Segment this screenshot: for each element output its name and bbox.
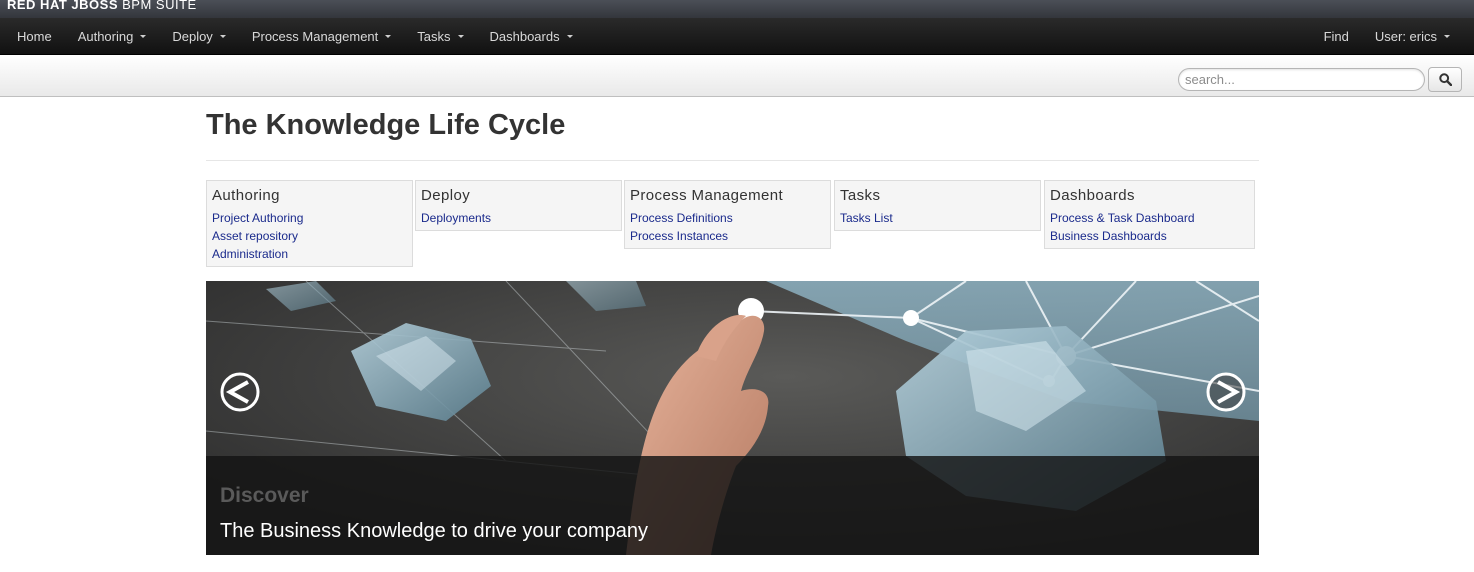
box-deploy: Deploy Deployments (415, 180, 622, 231)
nav-menu: Home Authoring Deploy Process Management… (0, 18, 586, 54)
main-content: The Knowledge Life Cycle Authoring Proje… (206, 97, 1259, 555)
caret-down-icon (140, 34, 147, 38)
search-button[interactable] (1428, 67, 1462, 92)
box-title: Deploy (421, 187, 471, 204)
chevron-left-icon (220, 372, 260, 412)
brand-name: RED HAT JBOSS (7, 0, 118, 12)
nav-authoring[interactable]: Authoring (65, 18, 160, 54)
link-deployments[interactable]: Deployments (421, 209, 616, 227)
carousel-next-button[interactable] (1206, 372, 1246, 412)
link-tasks-list[interactable]: Tasks List (840, 209, 1035, 227)
link-business-dashboards[interactable]: Business Dashboards (1050, 227, 1249, 245)
nav-home[interactable]: Home (0, 18, 65, 54)
brand-bar: RED HAT JBOSS BPM SUITE (0, 0, 1474, 18)
carousel-caption: Discover The Business Knowledge to drive… (206, 456, 1259, 555)
carousel: Discover The Business Knowledge to drive… (206, 281, 1259, 555)
nav-process-management[interactable]: Process Management (239, 18, 404, 54)
perspective-boxes: Authoring Project Authoring Asset reposi… (206, 161, 1259, 267)
caret-down-icon (385, 34, 392, 38)
box-title: Process Management (630, 187, 784, 204)
carousel-prev-button[interactable] (220, 372, 260, 412)
nav-home-label: Home (17, 28, 52, 44)
link-administration[interactable]: Administration (212, 245, 407, 263)
nav-tasks-label: Tasks (417, 28, 451, 44)
link-process-task-dashboard[interactable]: Process & Task Dashboard (1050, 209, 1249, 227)
link-asset-repository[interactable]: Asset repository (212, 227, 407, 245)
nav-authoring-label: Authoring (77, 28, 134, 44)
nav-find[interactable]: Find (1311, 18, 1362, 54)
chevron-right-icon (1206, 372, 1246, 412)
nav-deploy[interactable]: Deploy (159, 18, 238, 54)
nav-user-menu[interactable]: User: erics (1362, 18, 1474, 54)
caret-down-icon (457, 34, 464, 38)
box-authoring: Authoring Project Authoring Asset reposi… (206, 180, 413, 267)
nav-find-label: Find (1323, 28, 1349, 44)
nav-user-label: User: erics (1374, 28, 1437, 44)
caption-title: Discover (220, 484, 309, 507)
box-title: Authoring (212, 187, 280, 204)
box-process-management: Process Management Process Definitions P… (624, 180, 831, 249)
nav-dashboards-label: Dashboards (489, 28, 560, 44)
nav-right: Find User: erics (1311, 18, 1474, 54)
link-process-definitions[interactable]: Process Definitions (630, 209, 825, 227)
page-title: The Knowledge Life Cycle (206, 109, 566, 141)
box-dashboards: Dashboards Process & Task Dashboard Busi… (1044, 180, 1255, 249)
caption-text: The Business Knowledge to drive your com… (220, 520, 649, 542)
brand-product: BPM SUITE (122, 0, 197, 12)
caret-down-icon (566, 34, 573, 38)
main-navbar: Home Authoring Deploy Process Management… (0, 18, 1474, 55)
search-input[interactable] (1178, 68, 1425, 91)
nav-deploy-label: Deploy (172, 28, 213, 44)
link-project-authoring[interactable]: Project Authoring (212, 209, 407, 227)
box-title: Tasks (840, 187, 881, 204)
nav-process-management-label: Process Management (251, 28, 379, 44)
brand-logo: RED HAT JBOSS BPM SUITE (7, 0, 197, 14)
search-icon (1438, 73, 1452, 86)
caret-down-icon (219, 34, 226, 38)
nav-tasks[interactable]: Tasks (404, 18, 476, 54)
box-tasks: Tasks Tasks List (834, 180, 1041, 231)
link-process-instances[interactable]: Process Instances (630, 227, 825, 245)
nav-dashboards[interactable]: Dashboards (477, 18, 586, 54)
search-bar (0, 55, 1474, 97)
caret-down-icon (1444, 34, 1450, 38)
box-title: Dashboards (1050, 187, 1135, 204)
